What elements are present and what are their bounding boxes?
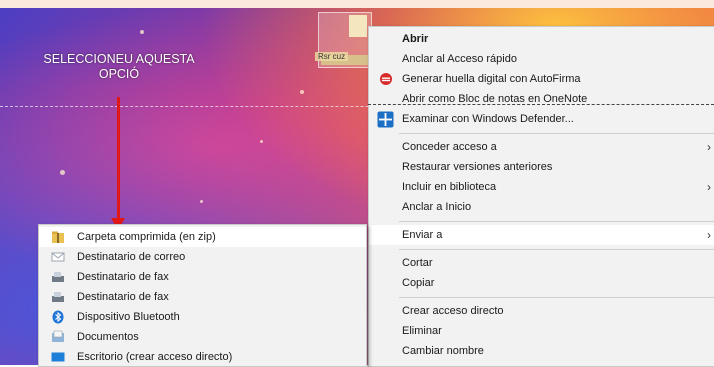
menu-item-label: Anclar al Acceso rápido <box>402 53 517 65</box>
sparkle <box>60 170 65 175</box>
submenu-item-label: Destinatario de fax <box>77 291 169 303</box>
menu-item-enviar-a[interactable]: Enviar a › <box>369 225 714 245</box>
autofirma-icon <box>380 73 392 85</box>
file-doc-shape <box>349 15 367 37</box>
fax-icon <box>52 272 64 282</box>
top-strip <box>0 0 714 8</box>
menu-item-label: Eliminar <box>402 325 442 337</box>
submenu-item-label: Documentos <box>77 331 139 343</box>
bluetooth-icon <box>52 310 64 324</box>
submenu-item-label: Destinatario de correo <box>77 251 186 263</box>
sparkle <box>140 30 144 34</box>
windows-defender-icon <box>377 111 394 128</box>
submenu-item-documentos[interactable]: Documentos <box>39 327 366 347</box>
submenu-item-fax-2[interactable]: Destinatario de fax <box>39 287 366 307</box>
menu-item-label: Examinar con Windows Defender... <box>402 113 574 125</box>
menu-item-cambiar-nombre[interactable]: Cambiar nombre <box>369 341 714 361</box>
desktop-icon <box>51 352 65 362</box>
callout-line-1: SELECCIONEU AQUESTA <box>43 52 195 66</box>
menu-item-crear-acceso-directo[interactable]: Crear acceso directo <box>369 301 714 321</box>
menu-item-label: Generar huella digital con AutoFirma <box>402 73 581 85</box>
send-to-submenu: Carpeta comprimida (en zip) Destinatario… <box>38 224 367 367</box>
menu-item-autofirma[interactable]: Generar huella digital con AutoFirma <box>369 69 714 89</box>
instruction-callout: SELECCIONEU AQUESTA OPCIÓ <box>14 52 224 82</box>
submenu-item-escritorio[interactable]: Escritorio (crear acceso directo) <box>39 347 366 367</box>
chevron-right-icon: › <box>707 140 711 154</box>
menu-item-label: Abrir <box>402 33 429 45</box>
menu-item-label: Abrir como Bloc de notas en OneNote <box>402 93 588 105</box>
menu-item-eliminar[interactable]: Eliminar <box>369 321 714 341</box>
menu-item-onenote[interactable]: Abrir como Bloc de notas en OneNote <box>369 89 714 109</box>
menu-item-label: Crear acceso directo <box>402 305 504 317</box>
zip-folder-icon <box>52 231 64 243</box>
chevron-right-icon: › <box>707 228 711 242</box>
submenu-item-bluetooth[interactable]: Dispositivo Bluetooth <box>39 307 366 327</box>
menu-item-windows-defender[interactable]: Examinar con Windows Defender... <box>369 109 714 129</box>
submenu-item-correo[interactable]: Destinatario de correo <box>39 247 366 267</box>
mail-icon <box>51 252 65 262</box>
menu-item-label: Incluir en biblioteca <box>402 181 497 193</box>
menu-item-abrir[interactable]: Abrir <box>369 29 714 49</box>
menu-item-copiar[interactable]: Copiar <box>369 273 714 293</box>
menu-item-label: Enviar a <box>402 229 443 241</box>
documents-icon <box>52 330 64 342</box>
menu-separator <box>399 221 714 222</box>
submenu-item-fax-1[interactable]: Destinatario de fax <box>39 267 366 287</box>
menu-item-label: Copiar <box>402 277 435 289</box>
submenu-item-label: Escritorio (crear acceso directo) <box>77 351 233 363</box>
submenu-item-label: Destinatario de fax <box>77 271 169 283</box>
sparkle <box>260 140 263 143</box>
menu-item-label: Restaurar versiones anteriores <box>402 161 553 173</box>
desktop-file-label: Rsr cuz <box>315 52 349 61</box>
menu-separator <box>399 133 714 134</box>
submenu-item-zip[interactable]: Carpeta comprimida (en zip) <box>39 227 366 247</box>
red-arrow-shaft <box>117 97 120 221</box>
menu-item-label: Cambiar nombre <box>402 345 484 357</box>
sparkle <box>300 90 304 94</box>
sparkle <box>200 200 203 203</box>
menu-separator <box>399 249 714 250</box>
chevron-right-icon: › <box>707 180 711 194</box>
submenu-item-label: Carpeta comprimida (en zip) <box>77 231 216 243</box>
menu-separator <box>399 297 714 298</box>
menu-item-anclar-inicio[interactable]: Anclar a Inicio <box>369 197 714 217</box>
dashed-guide <box>368 104 714 105</box>
menu-item-label: Cortar <box>402 257 433 269</box>
fax-icon <box>52 292 64 302</box>
menu-item-label: Anclar a Inicio <box>402 201 472 213</box>
submenu-item-label: Dispositivo Bluetooth <box>77 311 180 323</box>
menu-item-label: Conceder acceso a <box>402 141 497 153</box>
menu-item-cortar[interactable]: Cortar <box>369 253 714 273</box>
menu-item-restaurar-versiones[interactable]: Restaurar versiones anteriores <box>369 157 714 177</box>
menu-item-conceder-acceso[interactable]: Conceder acceso a › <box>369 137 714 157</box>
callout-line-2: OPCIÓ <box>98 67 140 81</box>
menu-item-incluir-biblioteca[interactable]: Incluir en biblioteca › <box>369 177 714 197</box>
menu-item-anclar-acceso-rapido[interactable]: Anclar al Acceso rápido <box>369 49 714 69</box>
context-menu: Abrir Anclar al Acceso rápido Generar hu… <box>368 26 714 367</box>
